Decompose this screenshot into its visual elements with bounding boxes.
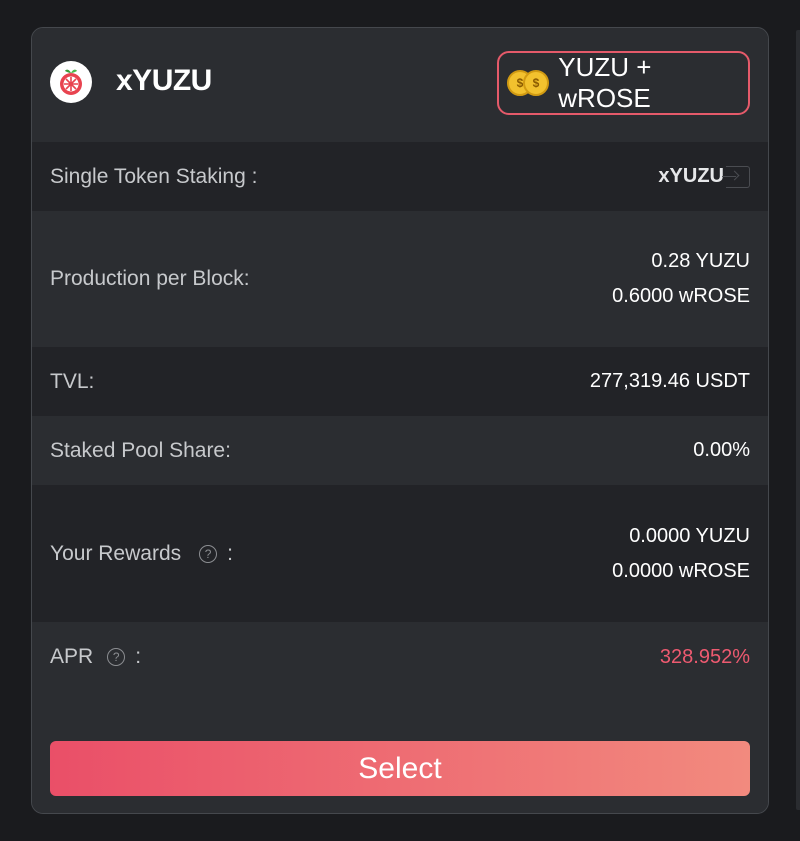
- tvl-value: 277,319.46 USDT: [589, 370, 750, 392]
- enter-icon: [722, 165, 750, 188]
- staking-token-link[interactable]: xYUZU: [658, 165, 750, 188]
- rewards-values: 0.0000 YUZU 0.0000 wROSE: [612, 525, 750, 583]
- share-value: 0.00%: [693, 439, 750, 461]
- apr-row: APR ? : 328.952%: [32, 622, 768, 692]
- rewards-yuzu: 0.0000 YUZU: [629, 524, 750, 547]
- select-button[interactable]: Select: [50, 741, 750, 796]
- rewards-row: Your Rewards ? : 0.0000 YUZU 0.0000 wROS…: [32, 485, 768, 622]
- rewards-label: Your Rewards: [50, 541, 182, 565]
- tvl-row: TVL: 277,319.46 USDT: [32, 347, 768, 416]
- production-yuzu: 0.28 YUZU: [651, 250, 750, 272]
- pair-label: YUZU + wROSE: [558, 52, 652, 113]
- staking-row: Single Token Staking : xYUZU: [32, 142, 768, 211]
- rewards-label-group: Your Rewards ? :: [50, 542, 233, 566]
- rewards-colon: :: [227, 541, 233, 565]
- apr-label-group: APR ? :: [50, 645, 141, 669]
- coins-icon: $ $: [507, 69, 550, 97]
- card-footer: Select: [32, 704, 768, 813]
- production-label: Production per Block:: [50, 267, 250, 290]
- help-icon[interactable]: ?: [199, 544, 218, 563]
- share-row: Staked Pool Share: 0.00%: [32, 416, 768, 485]
- card-header: xYUZU $ $ YUZU + wROSE: [32, 28, 768, 142]
- share-label: Staked Pool Share:: [50, 438, 231, 462]
- adjacent-card-edge: [796, 30, 800, 810]
- pool-card: xYUZU $ $ YUZU + wROSE Single Token Stak…: [31, 27, 769, 814]
- apr-value: 328.952%: [659, 645, 750, 668]
- apr-label: APR: [50, 645, 94, 668]
- production-row: Production per Block: 0.28 YUZU 0.6000 w…: [32, 211, 768, 347]
- staking-token-label: xYUZU: [658, 165, 724, 187]
- rewards-wrose: 0.0000 wROSE: [612, 559, 750, 582]
- tvl-label: TVL:: [50, 369, 95, 393]
- help-icon[interactable]: ?: [107, 648, 126, 666]
- production-values: 0.28 YUZU 0.6000 wROSE: [612, 250, 750, 308]
- yuzu-logo-icon: [50, 61, 92, 103]
- staking-label: Single Token Staking :: [50, 164, 258, 188]
- production-wrose: 0.6000 wROSE: [612, 285, 750, 307]
- coin-icon: $: [523, 70, 549, 96]
- reward-pair-badge[interactable]: $ $ YUZU + wROSE: [497, 51, 750, 115]
- pool-title: xYUZU: [116, 64, 212, 97]
- apr-colon: :: [135, 645, 142, 668]
